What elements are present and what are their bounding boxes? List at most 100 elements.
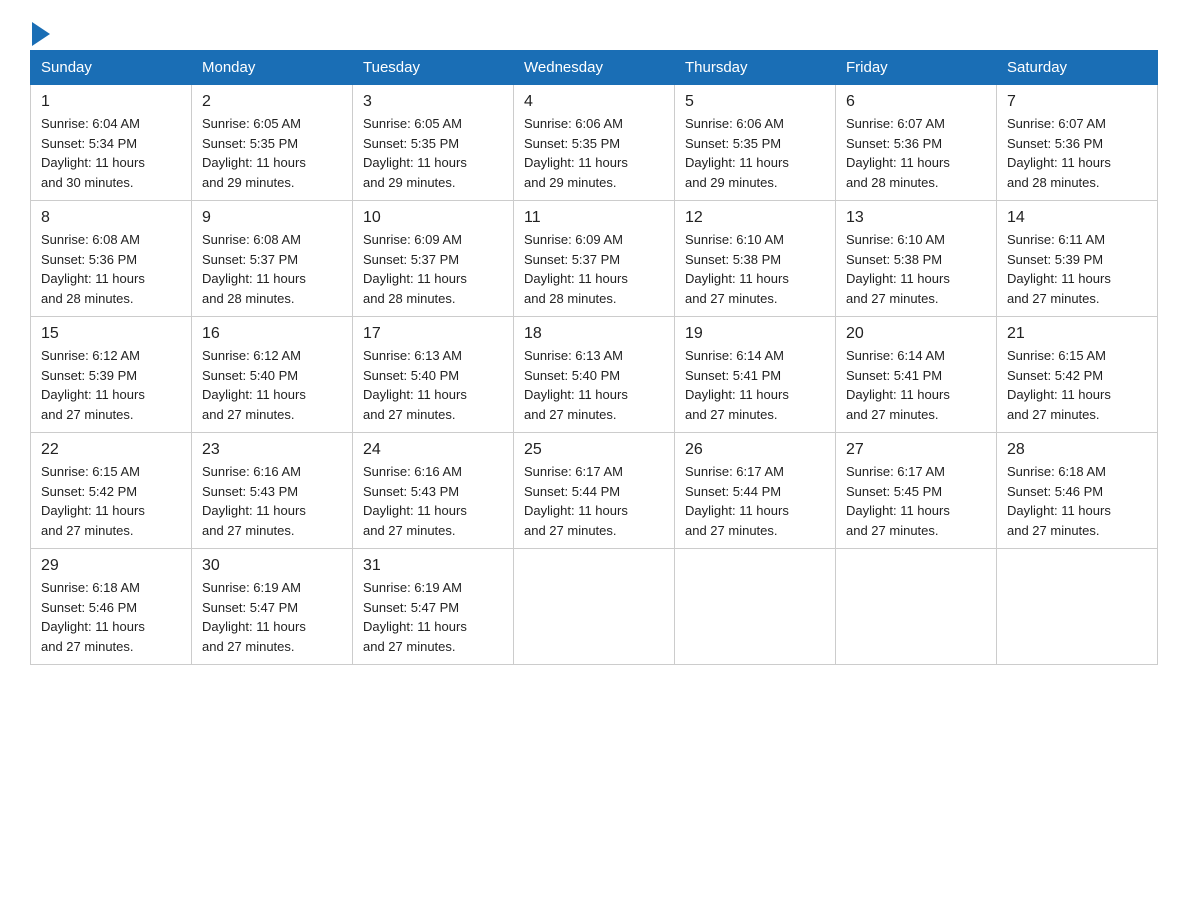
calendar-cell: 5 Sunrise: 6:06 AM Sunset: 5:35 PM Dayli… bbox=[675, 85, 836, 201]
day-info: Sunrise: 6:15 AM Sunset: 5:42 PM Dayligh… bbox=[41, 462, 181, 540]
calendar-cell: 7 Sunrise: 6:07 AM Sunset: 5:36 PM Dayli… bbox=[997, 85, 1158, 201]
logo bbox=[30, 20, 50, 40]
calendar-cell bbox=[514, 549, 675, 665]
day-info: Sunrise: 6:07 AM Sunset: 5:36 PM Dayligh… bbox=[846, 114, 986, 192]
day-info: Sunrise: 6:13 AM Sunset: 5:40 PM Dayligh… bbox=[363, 346, 503, 424]
day-info: Sunrise: 6:17 AM Sunset: 5:44 PM Dayligh… bbox=[524, 462, 664, 540]
calendar-cell bbox=[675, 549, 836, 665]
calendar-cell: 31 Sunrise: 6:19 AM Sunset: 5:47 PM Dayl… bbox=[353, 549, 514, 665]
day-info: Sunrise: 6:14 AM Sunset: 5:41 PM Dayligh… bbox=[685, 346, 825, 424]
day-number: 3 bbox=[363, 93, 503, 111]
calendar-cell: 15 Sunrise: 6:12 AM Sunset: 5:39 PM Dayl… bbox=[31, 317, 192, 433]
day-number: 19 bbox=[685, 325, 825, 343]
day-info: Sunrise: 6:17 AM Sunset: 5:44 PM Dayligh… bbox=[685, 462, 825, 540]
calendar-cell: 23 Sunrise: 6:16 AM Sunset: 5:43 PM Dayl… bbox=[192, 433, 353, 549]
day-info: Sunrise: 6:17 AM Sunset: 5:45 PM Dayligh… bbox=[846, 462, 986, 540]
calendar-cell: 22 Sunrise: 6:15 AM Sunset: 5:42 PM Dayl… bbox=[31, 433, 192, 549]
day-info: Sunrise: 6:08 AM Sunset: 5:36 PM Dayligh… bbox=[41, 230, 181, 308]
calendar-cell: 25 Sunrise: 6:17 AM Sunset: 5:44 PM Dayl… bbox=[514, 433, 675, 549]
day-number: 15 bbox=[41, 325, 181, 343]
day-number: 20 bbox=[846, 325, 986, 343]
day-number: 25 bbox=[524, 441, 664, 459]
day-info: Sunrise: 6:09 AM Sunset: 5:37 PM Dayligh… bbox=[363, 230, 503, 308]
week-row-1: 1 Sunrise: 6:04 AM Sunset: 5:34 PM Dayli… bbox=[31, 85, 1158, 201]
day-number: 13 bbox=[846, 209, 986, 227]
calendar-cell: 19 Sunrise: 6:14 AM Sunset: 5:41 PM Dayl… bbox=[675, 317, 836, 433]
day-info: Sunrise: 6:18 AM Sunset: 5:46 PM Dayligh… bbox=[41, 578, 181, 656]
calendar-cell: 6 Sunrise: 6:07 AM Sunset: 5:36 PM Dayli… bbox=[836, 85, 997, 201]
day-info: Sunrise: 6:18 AM Sunset: 5:46 PM Dayligh… bbox=[1007, 462, 1147, 540]
day-info: Sunrise: 6:15 AM Sunset: 5:42 PM Dayligh… bbox=[1007, 346, 1147, 424]
day-info: Sunrise: 6:16 AM Sunset: 5:43 PM Dayligh… bbox=[363, 462, 503, 540]
day-number: 11 bbox=[524, 209, 664, 227]
day-number: 2 bbox=[202, 93, 342, 111]
calendar-cell: 8 Sunrise: 6:08 AM Sunset: 5:36 PM Dayli… bbox=[31, 201, 192, 317]
day-number: 22 bbox=[41, 441, 181, 459]
day-number: 30 bbox=[202, 557, 342, 575]
week-row-5: 29 Sunrise: 6:18 AM Sunset: 5:46 PM Dayl… bbox=[31, 549, 1158, 665]
day-info: Sunrise: 6:12 AM Sunset: 5:39 PM Dayligh… bbox=[41, 346, 181, 424]
day-number: 27 bbox=[846, 441, 986, 459]
calendar-cell: 14 Sunrise: 6:11 AM Sunset: 5:39 PM Dayl… bbox=[997, 201, 1158, 317]
day-info: Sunrise: 6:16 AM Sunset: 5:43 PM Dayligh… bbox=[202, 462, 342, 540]
week-row-4: 22 Sunrise: 6:15 AM Sunset: 5:42 PM Dayl… bbox=[31, 433, 1158, 549]
calendar-cell: 3 Sunrise: 6:05 AM Sunset: 5:35 PM Dayli… bbox=[353, 85, 514, 201]
day-number: 5 bbox=[685, 93, 825, 111]
day-number: 23 bbox=[202, 441, 342, 459]
day-number: 21 bbox=[1007, 325, 1147, 343]
calendar-cell: 17 Sunrise: 6:13 AM Sunset: 5:40 PM Dayl… bbox=[353, 317, 514, 433]
day-number: 9 bbox=[202, 209, 342, 227]
day-number: 1 bbox=[41, 93, 181, 111]
calendar-cell: 24 Sunrise: 6:16 AM Sunset: 5:43 PM Dayl… bbox=[353, 433, 514, 549]
header-tuesday: Tuesday bbox=[353, 51, 514, 85]
calendar-table: SundayMondayTuesdayWednesdayThursdayFrid… bbox=[30, 50, 1158, 665]
day-number: 6 bbox=[846, 93, 986, 111]
calendar-header-row: SundayMondayTuesdayWednesdayThursdayFrid… bbox=[31, 51, 1158, 85]
logo-arrow-icon bbox=[32, 22, 50, 46]
day-info: Sunrise: 6:10 AM Sunset: 5:38 PM Dayligh… bbox=[846, 230, 986, 308]
page-header bbox=[30, 20, 1158, 40]
day-number: 28 bbox=[1007, 441, 1147, 459]
day-info: Sunrise: 6:10 AM Sunset: 5:38 PM Dayligh… bbox=[685, 230, 825, 308]
day-info: Sunrise: 6:05 AM Sunset: 5:35 PM Dayligh… bbox=[363, 114, 503, 192]
calendar-cell: 10 Sunrise: 6:09 AM Sunset: 5:37 PM Dayl… bbox=[353, 201, 514, 317]
header-saturday: Saturday bbox=[997, 51, 1158, 85]
calendar-cell: 12 Sunrise: 6:10 AM Sunset: 5:38 PM Dayl… bbox=[675, 201, 836, 317]
calendar-cell: 27 Sunrise: 6:17 AM Sunset: 5:45 PM Dayl… bbox=[836, 433, 997, 549]
day-info: Sunrise: 6:19 AM Sunset: 5:47 PM Dayligh… bbox=[363, 578, 503, 656]
calendar-cell: 9 Sunrise: 6:08 AM Sunset: 5:37 PM Dayli… bbox=[192, 201, 353, 317]
calendar-cell: 13 Sunrise: 6:10 AM Sunset: 5:38 PM Dayl… bbox=[836, 201, 997, 317]
calendar-body: 1 Sunrise: 6:04 AM Sunset: 5:34 PM Dayli… bbox=[31, 85, 1158, 665]
header-monday: Monday bbox=[192, 51, 353, 85]
calendar-cell: 2 Sunrise: 6:05 AM Sunset: 5:35 PM Dayli… bbox=[192, 85, 353, 201]
calendar-cell: 11 Sunrise: 6:09 AM Sunset: 5:37 PM Dayl… bbox=[514, 201, 675, 317]
day-number: 24 bbox=[363, 441, 503, 459]
day-info: Sunrise: 6:07 AM Sunset: 5:36 PM Dayligh… bbox=[1007, 114, 1147, 192]
day-info: Sunrise: 6:12 AM Sunset: 5:40 PM Dayligh… bbox=[202, 346, 342, 424]
calendar-cell: 20 Sunrise: 6:14 AM Sunset: 5:41 PM Dayl… bbox=[836, 317, 997, 433]
day-number: 17 bbox=[363, 325, 503, 343]
day-number: 14 bbox=[1007, 209, 1147, 227]
calendar-cell: 30 Sunrise: 6:19 AM Sunset: 5:47 PM Dayl… bbox=[192, 549, 353, 665]
header-friday: Friday bbox=[836, 51, 997, 85]
calendar-cell: 4 Sunrise: 6:06 AM Sunset: 5:35 PM Dayli… bbox=[514, 85, 675, 201]
calendar-cell bbox=[997, 549, 1158, 665]
header-sunday: Sunday bbox=[31, 51, 192, 85]
week-row-2: 8 Sunrise: 6:08 AM Sunset: 5:36 PM Dayli… bbox=[31, 201, 1158, 317]
day-info: Sunrise: 6:08 AM Sunset: 5:37 PM Dayligh… bbox=[202, 230, 342, 308]
day-info: Sunrise: 6:06 AM Sunset: 5:35 PM Dayligh… bbox=[685, 114, 825, 192]
header-thursday: Thursday bbox=[675, 51, 836, 85]
day-number: 7 bbox=[1007, 93, 1147, 111]
calendar-cell: 16 Sunrise: 6:12 AM Sunset: 5:40 PM Dayl… bbox=[192, 317, 353, 433]
day-info: Sunrise: 6:06 AM Sunset: 5:35 PM Dayligh… bbox=[524, 114, 664, 192]
day-number: 10 bbox=[363, 209, 503, 227]
day-info: Sunrise: 6:04 AM Sunset: 5:34 PM Dayligh… bbox=[41, 114, 181, 192]
day-info: Sunrise: 6:09 AM Sunset: 5:37 PM Dayligh… bbox=[524, 230, 664, 308]
calendar-cell: 29 Sunrise: 6:18 AM Sunset: 5:46 PM Dayl… bbox=[31, 549, 192, 665]
day-info: Sunrise: 6:13 AM Sunset: 5:40 PM Dayligh… bbox=[524, 346, 664, 424]
week-row-3: 15 Sunrise: 6:12 AM Sunset: 5:39 PM Dayl… bbox=[31, 317, 1158, 433]
day-number: 16 bbox=[202, 325, 342, 343]
day-number: 4 bbox=[524, 93, 664, 111]
calendar-cell: 1 Sunrise: 6:04 AM Sunset: 5:34 PM Dayli… bbox=[31, 85, 192, 201]
calendar-cell: 18 Sunrise: 6:13 AM Sunset: 5:40 PM Dayl… bbox=[514, 317, 675, 433]
